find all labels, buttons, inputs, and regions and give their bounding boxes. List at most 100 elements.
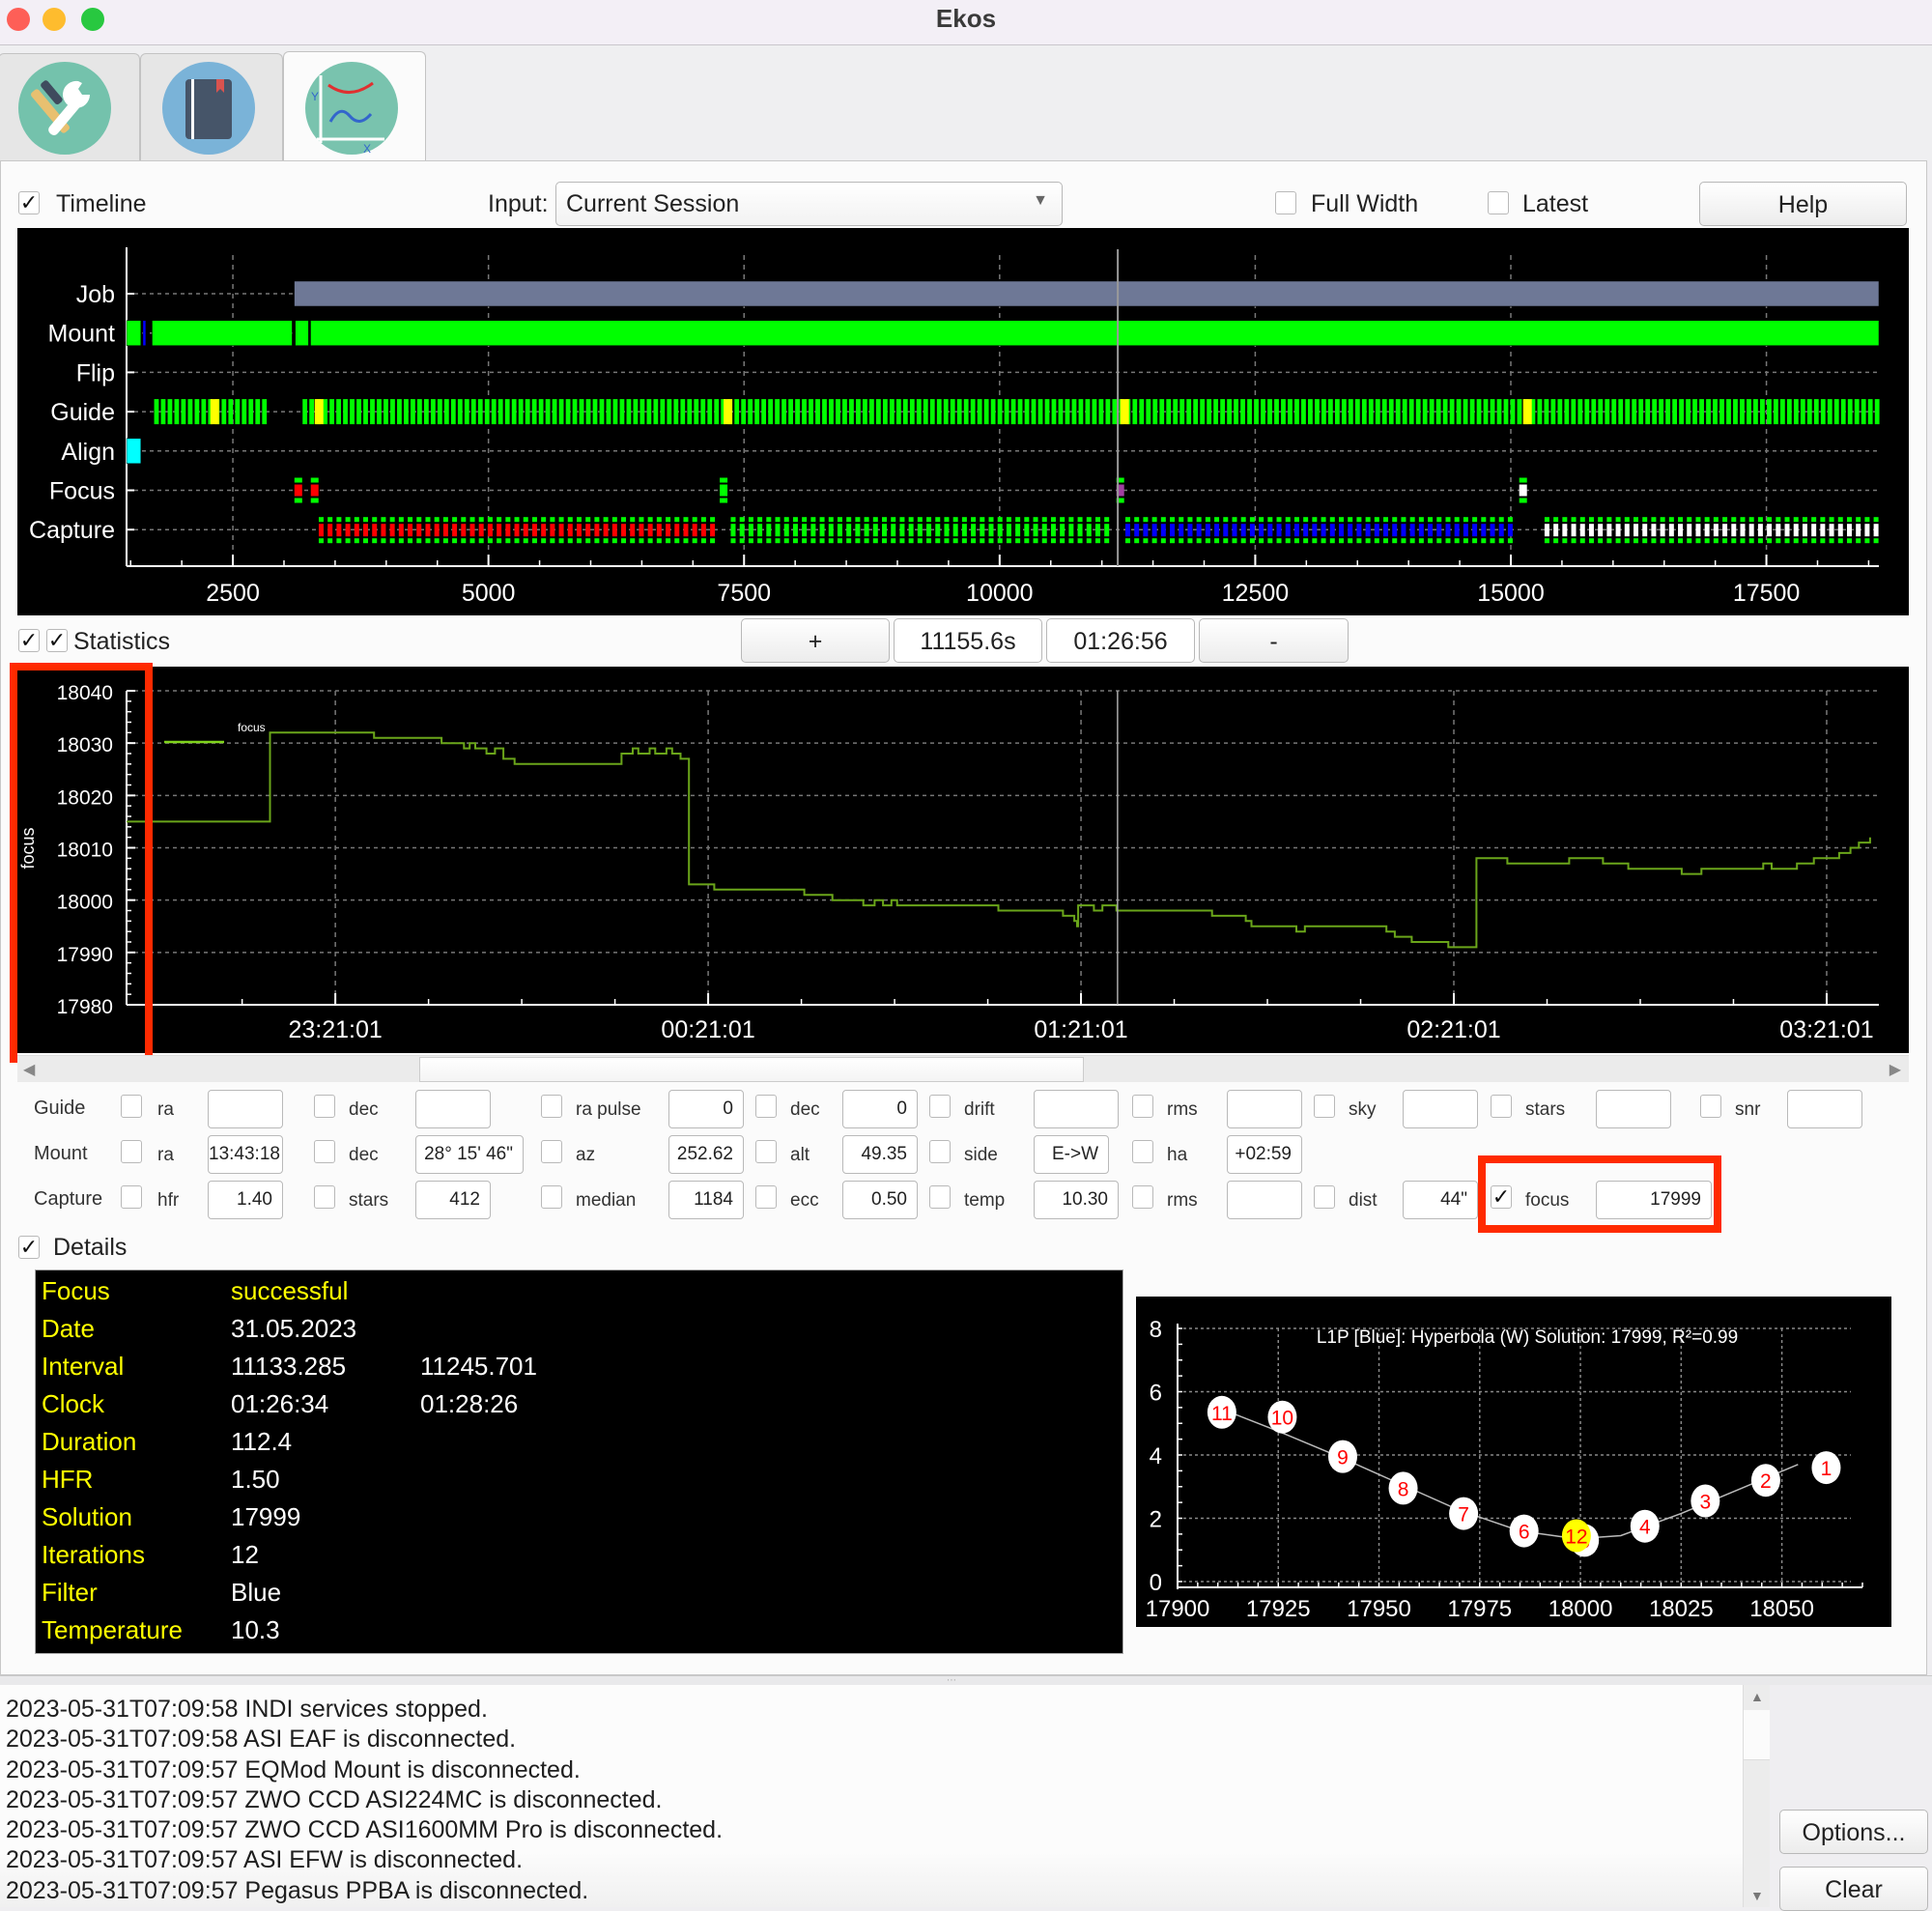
- scroll-down-icon[interactable]: ▼: [1750, 1888, 1764, 1903]
- log-scrollbar-thumb[interactable]: [1744, 1710, 1770, 1760]
- capture-hfr-checkbox[interactable]: [121, 1185, 142, 1209]
- scrollbar-thumb[interactable]: [419, 1057, 1084, 1082]
- capture-rms-checkbox[interactable]: [1132, 1185, 1153, 1209]
- mount-ha-field[interactable]: +02:59: [1227, 1135, 1302, 1174]
- capture-dist-field[interactable]: 44": [1403, 1181, 1478, 1219]
- timeline-segment-guide: [255, 399, 261, 425]
- guide-ra-pulse-field[interactable]: 0: [668, 1090, 744, 1128]
- timeline-segment-align: [126, 438, 142, 465]
- tab-scheduler[interactable]: [140, 53, 283, 161]
- mount-az-field[interactable]: 252.62: [668, 1135, 744, 1174]
- capture-temp-checkbox[interactable]: [929, 1185, 951, 1209]
- guide-ra-pulse-checkbox[interactable]: [541, 1095, 562, 1118]
- statistics-horizontal-scrollbar[interactable]: ◀ ▶: [17, 1055, 1909, 1082]
- full-width-checkbox[interactable]: [1275, 191, 1296, 214]
- guide-rms-checkbox[interactable]: [1132, 1095, 1153, 1118]
- timeline-capture-cap: [783, 538, 789, 544]
- timeline-capture-cap: [1740, 517, 1746, 523]
- timeline-segment-guide: [491, 399, 497, 425]
- guide-sky-field[interactable]: [1403, 1090, 1478, 1128]
- timeline-capture-cap: [1588, 517, 1594, 523]
- guide-ra-checkbox[interactable]: [121, 1095, 142, 1118]
- timeline-segment-guide: [377, 399, 382, 425]
- guide-drift-checkbox[interactable]: [929, 1095, 951, 1118]
- timeline-plot[interactable]: 2500 5000 7500 10000 12500 15000 17500 Job Mount…: [17, 228, 1909, 615]
- timeline-segment-capture: [514, 524, 520, 537]
- log-vertical-scrollbar[interactable]: ▲ ▼: [1743, 1685, 1770, 1907]
- mount-dec-field[interactable]: 28° 15' 46": [415, 1135, 524, 1174]
- splitter-handle[interactable]: ⋯: [0, 1675, 1932, 1686]
- clear-button[interactable]: Clear: [1779, 1867, 1928, 1911]
- scroll-up-icon[interactable]: ▲: [1750, 1689, 1764, 1704]
- timeline-segment-capture: [1267, 524, 1273, 537]
- timeline-segment-guide: [248, 399, 254, 425]
- zoom-in-button[interactable]: +: [741, 618, 890, 663]
- timeline-segment-guide: [545, 399, 551, 425]
- guide-dec-checkbox[interactable]: [314, 1095, 335, 1118]
- capture-stars-checkbox[interactable]: [314, 1185, 335, 1209]
- guide-snr-field[interactable]: [1787, 1090, 1862, 1128]
- timeline-segment-capture: [683, 524, 689, 537]
- capture-ecc-checkbox[interactable]: [755, 1185, 777, 1209]
- scroll-right-icon[interactable]: ▶: [1889, 1060, 1901, 1079]
- guide-dec-field[interactable]: [415, 1090, 491, 1128]
- capture-stars-field[interactable]: 412: [415, 1181, 491, 1219]
- help-button[interactable]: Help: [1699, 182, 1907, 226]
- scroll-left-icon[interactable]: ◀: [23, 1060, 35, 1079]
- capture-median-field[interactable]: 1184: [668, 1181, 744, 1219]
- mount-ra-field[interactable]: 13:43:18: [208, 1135, 283, 1174]
- input-select[interactable]: Current Session ▼: [555, 182, 1063, 226]
- guide-dec-checkbox[interactable]: [755, 1095, 777, 1118]
- statistics-checkbox-1[interactable]: ✓: [18, 629, 40, 652]
- capture-temp-field[interactable]: 10.30: [1034, 1181, 1119, 1219]
- guide-sky-checkbox[interactable]: [1314, 1095, 1335, 1118]
- timeline-segment-capture: [855, 524, 861, 537]
- latest-checkbox[interactable]: [1488, 191, 1509, 214]
- mount-alt-field[interactable]: 49.35: [842, 1135, 918, 1174]
- tab-setup[interactable]: [0, 53, 140, 161]
- guide-ra-field[interactable]: [208, 1090, 283, 1128]
- timeline-checkbox[interactable]: ✓: [18, 191, 40, 214]
- mount-ha-checkbox[interactable]: [1132, 1140, 1153, 1163]
- timeline-capture-cap: [416, 538, 422, 544]
- options-button[interactable]: Options...: [1779, 1810, 1928, 1854]
- timeline-capture-cap: [1293, 538, 1299, 544]
- timeline-segment-guide: [863, 399, 867, 425]
- statistics-plot[interactable]: 18040 18030 18020 18010 18000 17990 17980 23:21…: [17, 667, 1909, 1053]
- capture-median-checkbox[interactable]: [541, 1185, 562, 1209]
- capture-hfr-field[interactable]: 1.40: [208, 1181, 283, 1219]
- details-checkbox[interactable]: ✓: [18, 1236, 40, 1259]
- statistics-checkbox-2[interactable]: ✓: [46, 629, 68, 652]
- timeline-segment-guide: [1483, 399, 1489, 425]
- guide-snr-checkbox[interactable]: [1700, 1095, 1721, 1118]
- log-area[interactable]: 2023-05-31T07:09:58 INDI services stoppe…: [0, 1685, 1770, 1907]
- guide-stars-checkbox[interactable]: [1491, 1095, 1512, 1118]
- mount-side-field[interactable]: E->W: [1034, 1135, 1109, 1174]
- guide-drift-field[interactable]: [1034, 1090, 1119, 1128]
- guide-rms-field[interactable]: [1227, 1090, 1302, 1128]
- timeline-segment-capture: [1436, 524, 1442, 537]
- zoom-out-button[interactable]: -: [1199, 618, 1349, 663]
- capture-dist-checkbox[interactable]: [1314, 1185, 1335, 1209]
- timeline-capture-cap: [1615, 517, 1621, 523]
- capture-rms-field[interactable]: [1227, 1181, 1302, 1219]
- tab-analyze[interactable]: Y X: [283, 51, 426, 161]
- mount-ra-checkbox[interactable]: [121, 1140, 142, 1163]
- mount-dec-checkbox[interactable]: [314, 1140, 335, 1163]
- guide-stars-field[interactable]: [1596, 1090, 1671, 1128]
- mount-az-checkbox[interactable]: [541, 1140, 562, 1163]
- capture-ecc-field[interactable]: 0.50: [842, 1181, 918, 1219]
- timeline-capture-cap: [1015, 517, 1021, 523]
- focus-vcurve-plot[interactable]: 0 2 4 6 8 17900 17925 17950 17975 18000 18025 18050…: [1136, 1297, 1891, 1627]
- mount-alt-checkbox[interactable]: [755, 1140, 777, 1163]
- timeline-segment-capture: [408, 524, 413, 537]
- timeline-focus-marker: [294, 484, 302, 497]
- timeline-segment-capture: [1015, 524, 1021, 537]
- timeline-segment-mount: [142, 320, 147, 346]
- mount-side-checkbox[interactable]: [929, 1140, 951, 1163]
- guide-dec-field[interactable]: 0: [842, 1090, 918, 1128]
- timeline-capture-cap: [864, 538, 869, 544]
- timeline-segment-capture: [1606, 524, 1612, 537]
- timeline-capture-cap: [1068, 517, 1074, 523]
- timeline-capture-cap: [603, 517, 609, 523]
